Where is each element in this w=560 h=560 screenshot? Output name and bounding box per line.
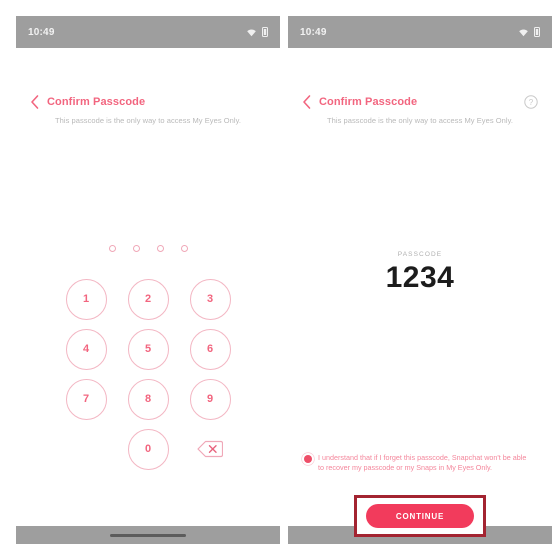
status-time: 10:49 [300, 26, 327, 38]
screen-content-right: Confirm Passcode ? This passcode is the … [288, 48, 552, 537]
passcode-value: 1234 [385, 261, 455, 294]
keypad-key-1[interactable]: 1 [65, 278, 107, 320]
keypad-key-4[interactable]: 4 [65, 328, 107, 370]
phone-panel-right: 10:49 Confirm Passcode ? This passcode i… [288, 16, 552, 544]
subtitle-text: This passcode is the only way to access … [55, 116, 241, 125]
screen-header-right: Confirm Passcode ? [288, 92, 552, 112]
gesture-handle[interactable] [110, 533, 186, 537]
highlight-box: CONTINUE [354, 495, 486, 537]
keypad-key-6[interactable]: 6 [189, 328, 231, 370]
status-bar-right: 10:49 [288, 16, 552, 48]
status-time: 10:49 [28, 26, 55, 38]
pin-dot [132, 245, 140, 252]
navigation-bar-left [16, 526, 280, 544]
status-icon-group [518, 27, 540, 37]
back-chevron-icon[interactable] [302, 94, 312, 110]
status-bar-left: 10:49 [16, 16, 280, 48]
wifi-icon [518, 28, 529, 37]
pin-dot [180, 245, 188, 252]
continue-button[interactable]: CONTINUE [366, 504, 474, 528]
phone-panel-left: 10:49 Confirm Passcode This passcode is … [16, 16, 280, 544]
screen-content-left: Confirm Passcode This passcode is the on… [16, 48, 280, 526]
status-icon-group [246, 27, 268, 37]
keypad-key-0[interactable]: 0 [127, 428, 169, 470]
help-circle-icon[interactable]: ? [524, 95, 538, 109]
pin-dot [108, 245, 116, 252]
pin-dot-indicator [16, 245, 280, 252]
keypad-key-9[interactable]: 9 [189, 378, 231, 420]
battery-icon [534, 27, 540, 37]
keypad-key-2[interactable]: 2 [127, 278, 169, 320]
page-title: Confirm Passcode [47, 96, 146, 108]
radio-selected-icon[interactable] [304, 455, 312, 463]
passcode-display: PASSCODE 1234 [288, 251, 552, 293]
passcode-label: PASSCODE [397, 251, 443, 258]
keypad-key-7[interactable]: 7 [65, 378, 107, 420]
continue-button-annotation: CONTINUE [354, 495, 486, 537]
screen-header-left: Confirm Passcode [16, 92, 280, 112]
numeric-keypad: 1 2 3 4 5 6 7 8 9 0 [55, 274, 241, 474]
backspace-icon[interactable] [190, 429, 231, 470]
consent-row[interactable]: I understand that if I forget this passc… [304, 453, 534, 474]
pin-dot [156, 245, 164, 252]
svg-text:?: ? [529, 98, 534, 107]
keypad-key-8[interactable]: 8 [127, 378, 169, 420]
keypad-key-5[interactable]: 5 [127, 328, 169, 370]
keypad-key-blank [66, 429, 107, 470]
keypad-key-3[interactable]: 3 [189, 278, 231, 320]
screenshot-stage: 10:49 Confirm Passcode This passcode is … [0, 0, 560, 560]
consent-text: I understand that if I forget this passc… [318, 453, 527, 473]
page-title: Confirm Passcode [319, 96, 418, 108]
back-chevron-icon[interactable] [30, 94, 40, 110]
subtitle-text: This passcode is the only way to access … [327, 116, 513, 125]
wifi-icon [246, 28, 257, 37]
battery-icon [262, 27, 268, 37]
